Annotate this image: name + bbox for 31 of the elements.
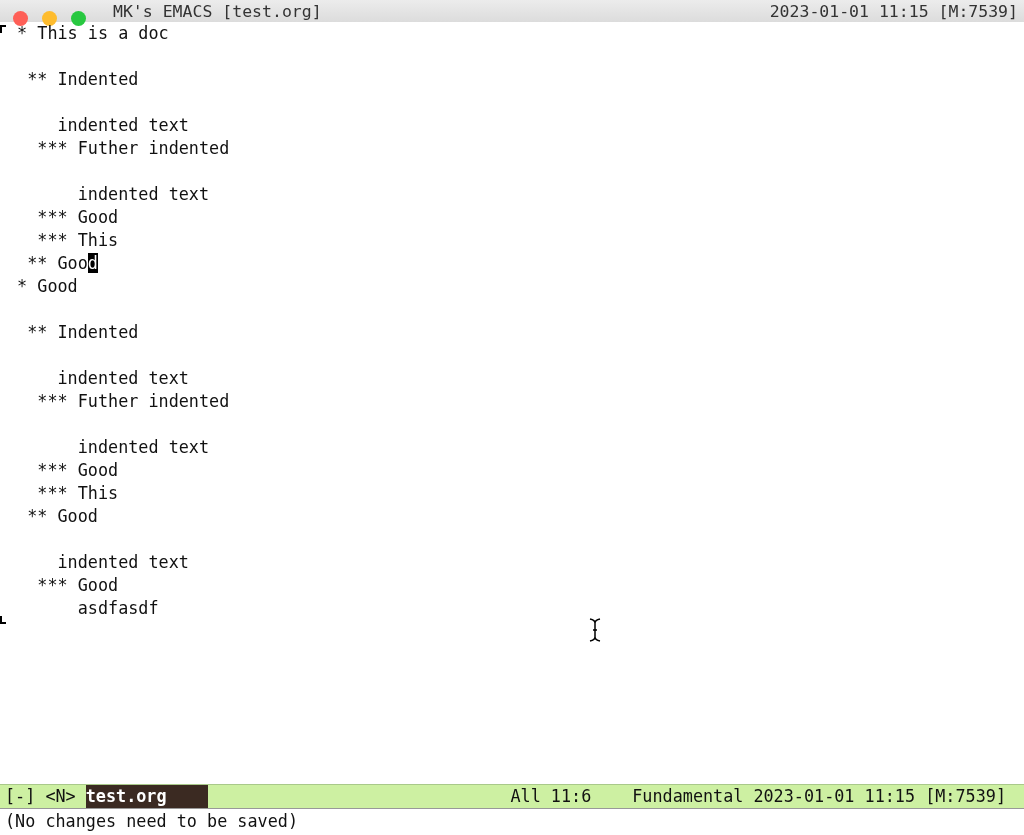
buffer-name: test.org (85, 785, 208, 808)
text-line: ** Indented (26, 322, 139, 342)
title-clock: 2023-01-01 11:15 [M:7539] (769, 1, 1018, 21)
text-line: *** Good (36, 207, 119, 227)
text-line: ** Good (26, 506, 98, 526)
text-line: indented text (76, 437, 210, 457)
text-line: asdfasdf (76, 598, 159, 618)
echo-message: (No changes need to be saved) (4, 810, 299, 833)
mode-clock: 2023-01-01 11:15 [M:7539] (753, 785, 1006, 808)
text-line: *** Good (36, 575, 119, 595)
text-line: indented text (56, 115, 189, 135)
text-line: * Good (16, 276, 78, 296)
cursor-position: All 11:6 (510, 785, 592, 808)
text-line: ** Indented (26, 69, 139, 89)
mode-flags: [-] <N> (5, 785, 76, 808)
text-line: *** This (36, 483, 119, 503)
text-line: *** This (36, 230, 119, 250)
major-mode: Fundamental (632, 785, 744, 808)
text-line: ** Goo (26, 253, 88, 273)
text-line: *** Futher indented (36, 391, 230, 411)
text-line: indented text (56, 368, 189, 388)
text-line: * This is a doc (16, 23, 169, 43)
text-line: *** Good (36, 460, 119, 480)
fringe-bottom-bracket-icon (0, 616, 6, 624)
text-line: indented text (76, 184, 210, 204)
text-line: indented text (56, 552, 189, 572)
text-cursor: d (87, 253, 98, 273)
window-title: MK's EMACS [test.org] (113, 1, 322, 21)
text-cursor-pointer-icon (588, 618, 602, 642)
fringe-top-bracket-icon (0, 25, 6, 33)
text-line: *** Futher indented (36, 138, 230, 158)
